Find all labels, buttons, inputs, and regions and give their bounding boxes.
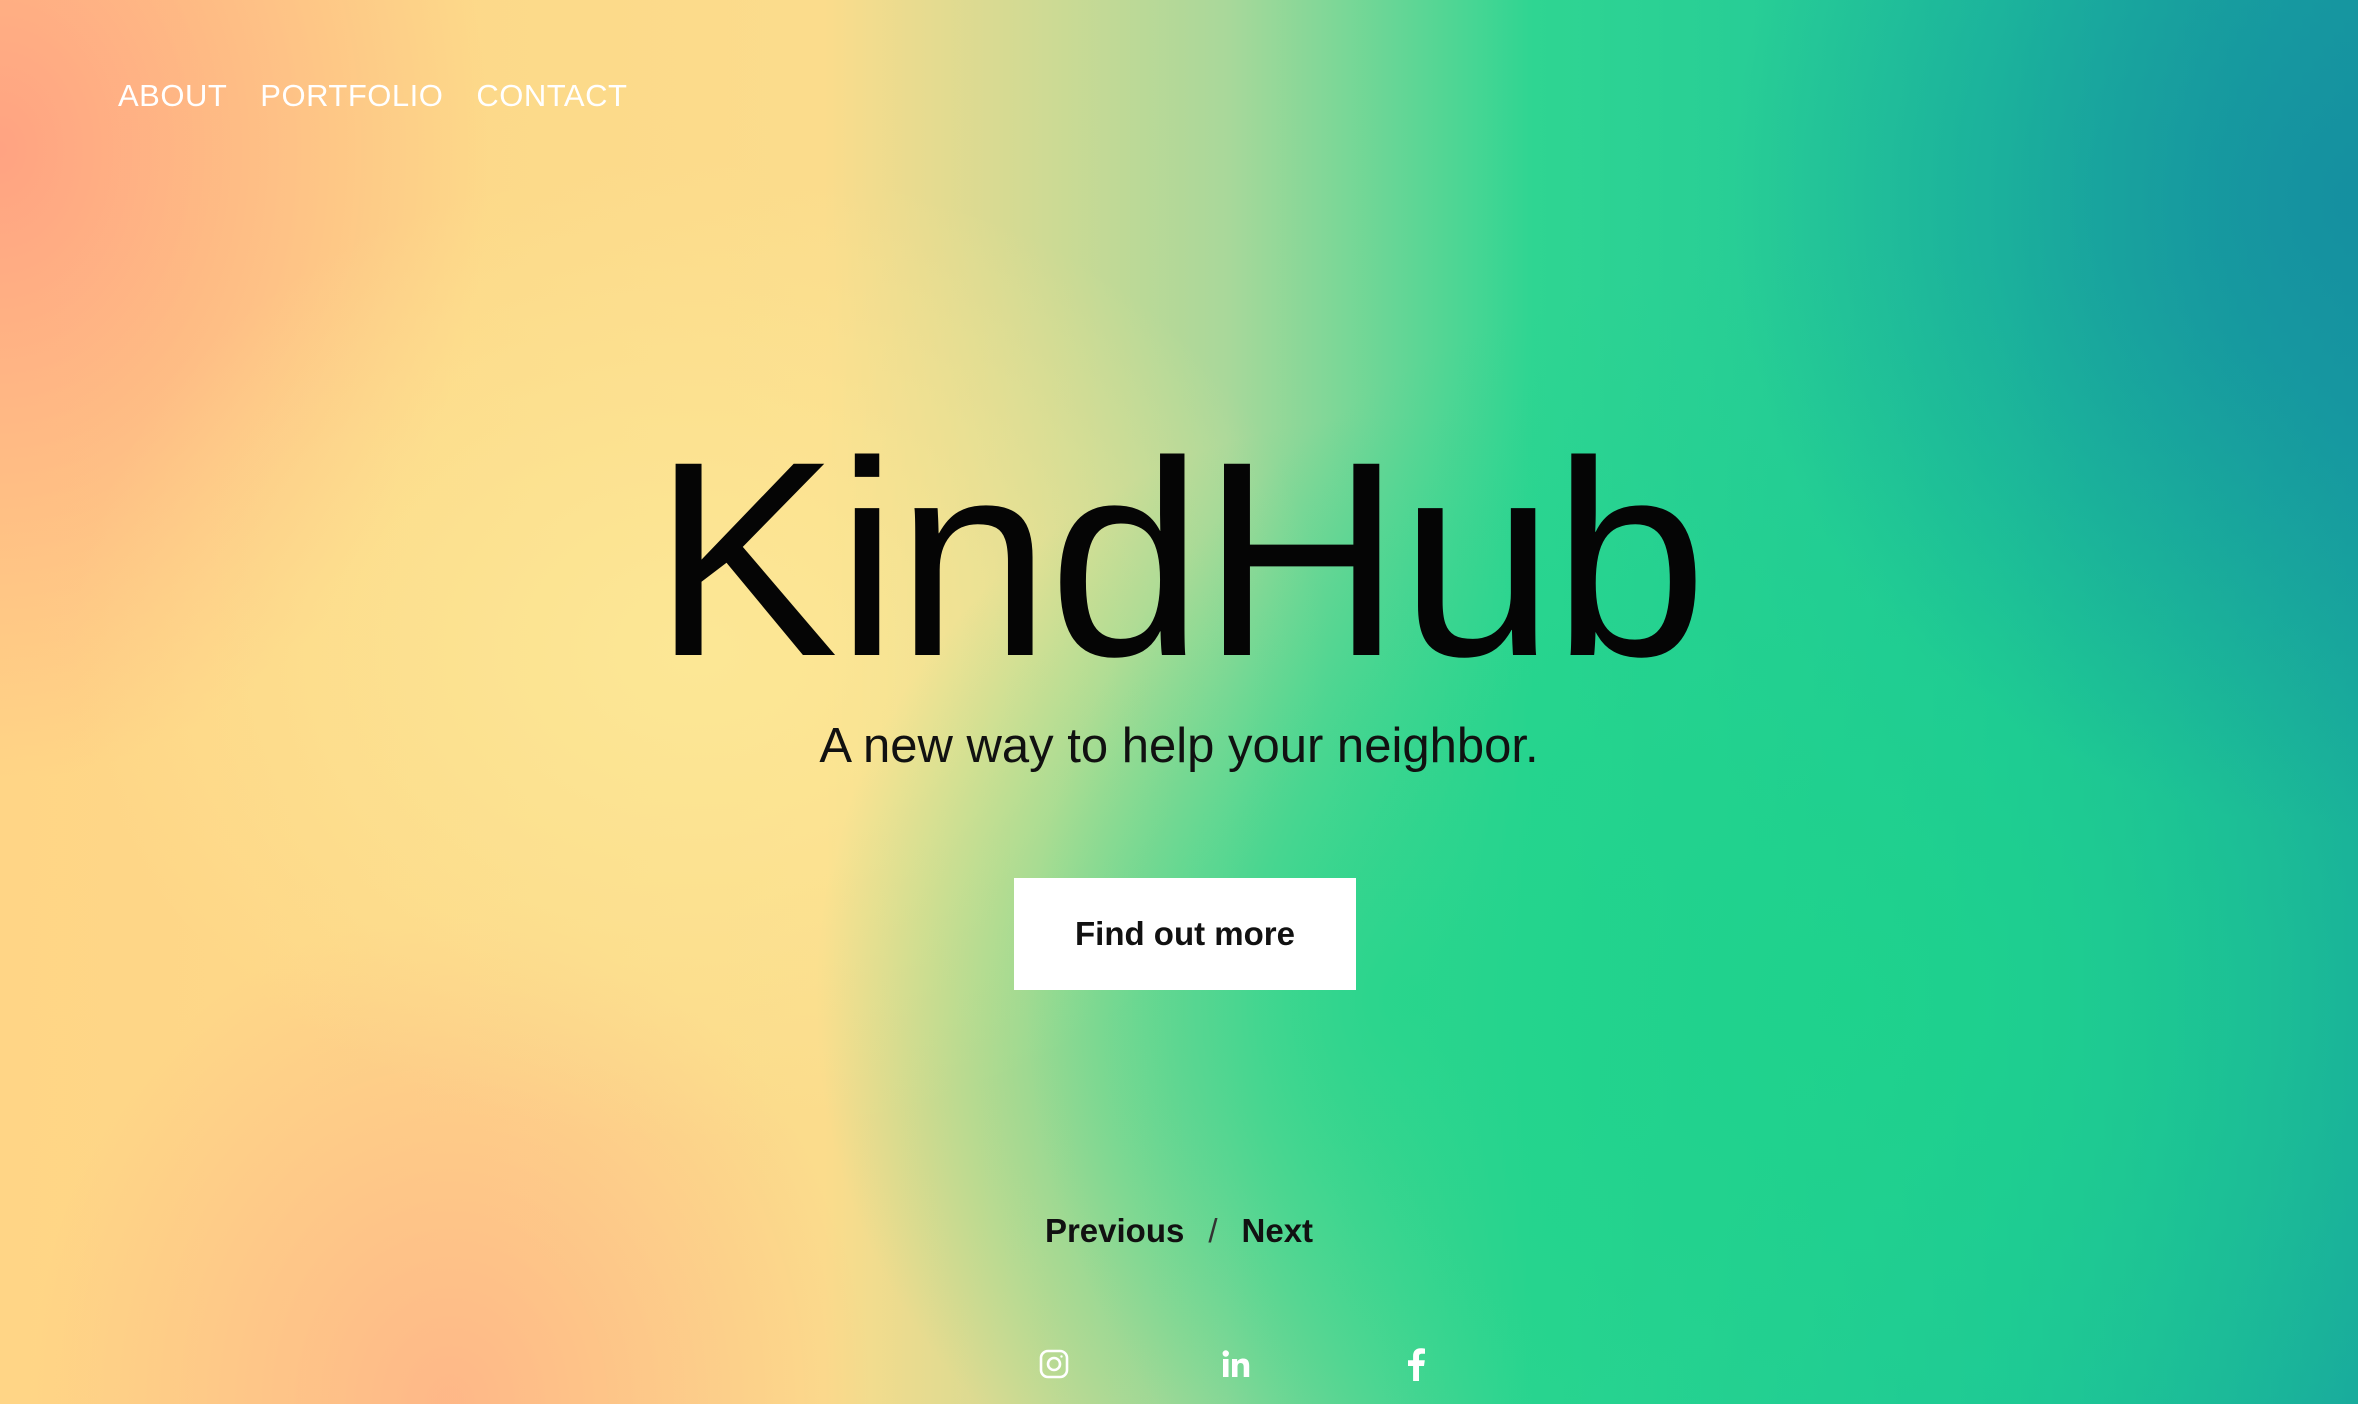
top-navigation: ABOUT PORTFOLIO CONTACT	[118, 78, 627, 114]
pager-separator: /	[1208, 1212, 1218, 1249]
nav-link-about[interactable]: ABOUT	[118, 78, 227, 114]
nav-link-portfolio[interactable]: PORTFOLIO	[260, 78, 443, 114]
hero-subtitle: A new way to help your neighbor.	[819, 719, 1539, 773]
linkedin-icon[interactable]	[1216, 1344, 1256, 1384]
nav-link-contact[interactable]: CONTACT	[476, 78, 627, 114]
hero-title: KindHub	[652, 403, 1707, 714]
previous-link[interactable]: Previous	[1045, 1212, 1184, 1250]
next-link[interactable]: Next	[1242, 1212, 1314, 1250]
instagram-icon[interactable]	[1034, 1344, 1074, 1384]
facebook-icon[interactable]	[1396, 1344, 1436, 1384]
find-out-more-button[interactable]: Find out more	[1014, 878, 1356, 990]
slide-pager: Previous / Next	[0, 1212, 2358, 1250]
social-links	[0, 1344, 2358, 1384]
